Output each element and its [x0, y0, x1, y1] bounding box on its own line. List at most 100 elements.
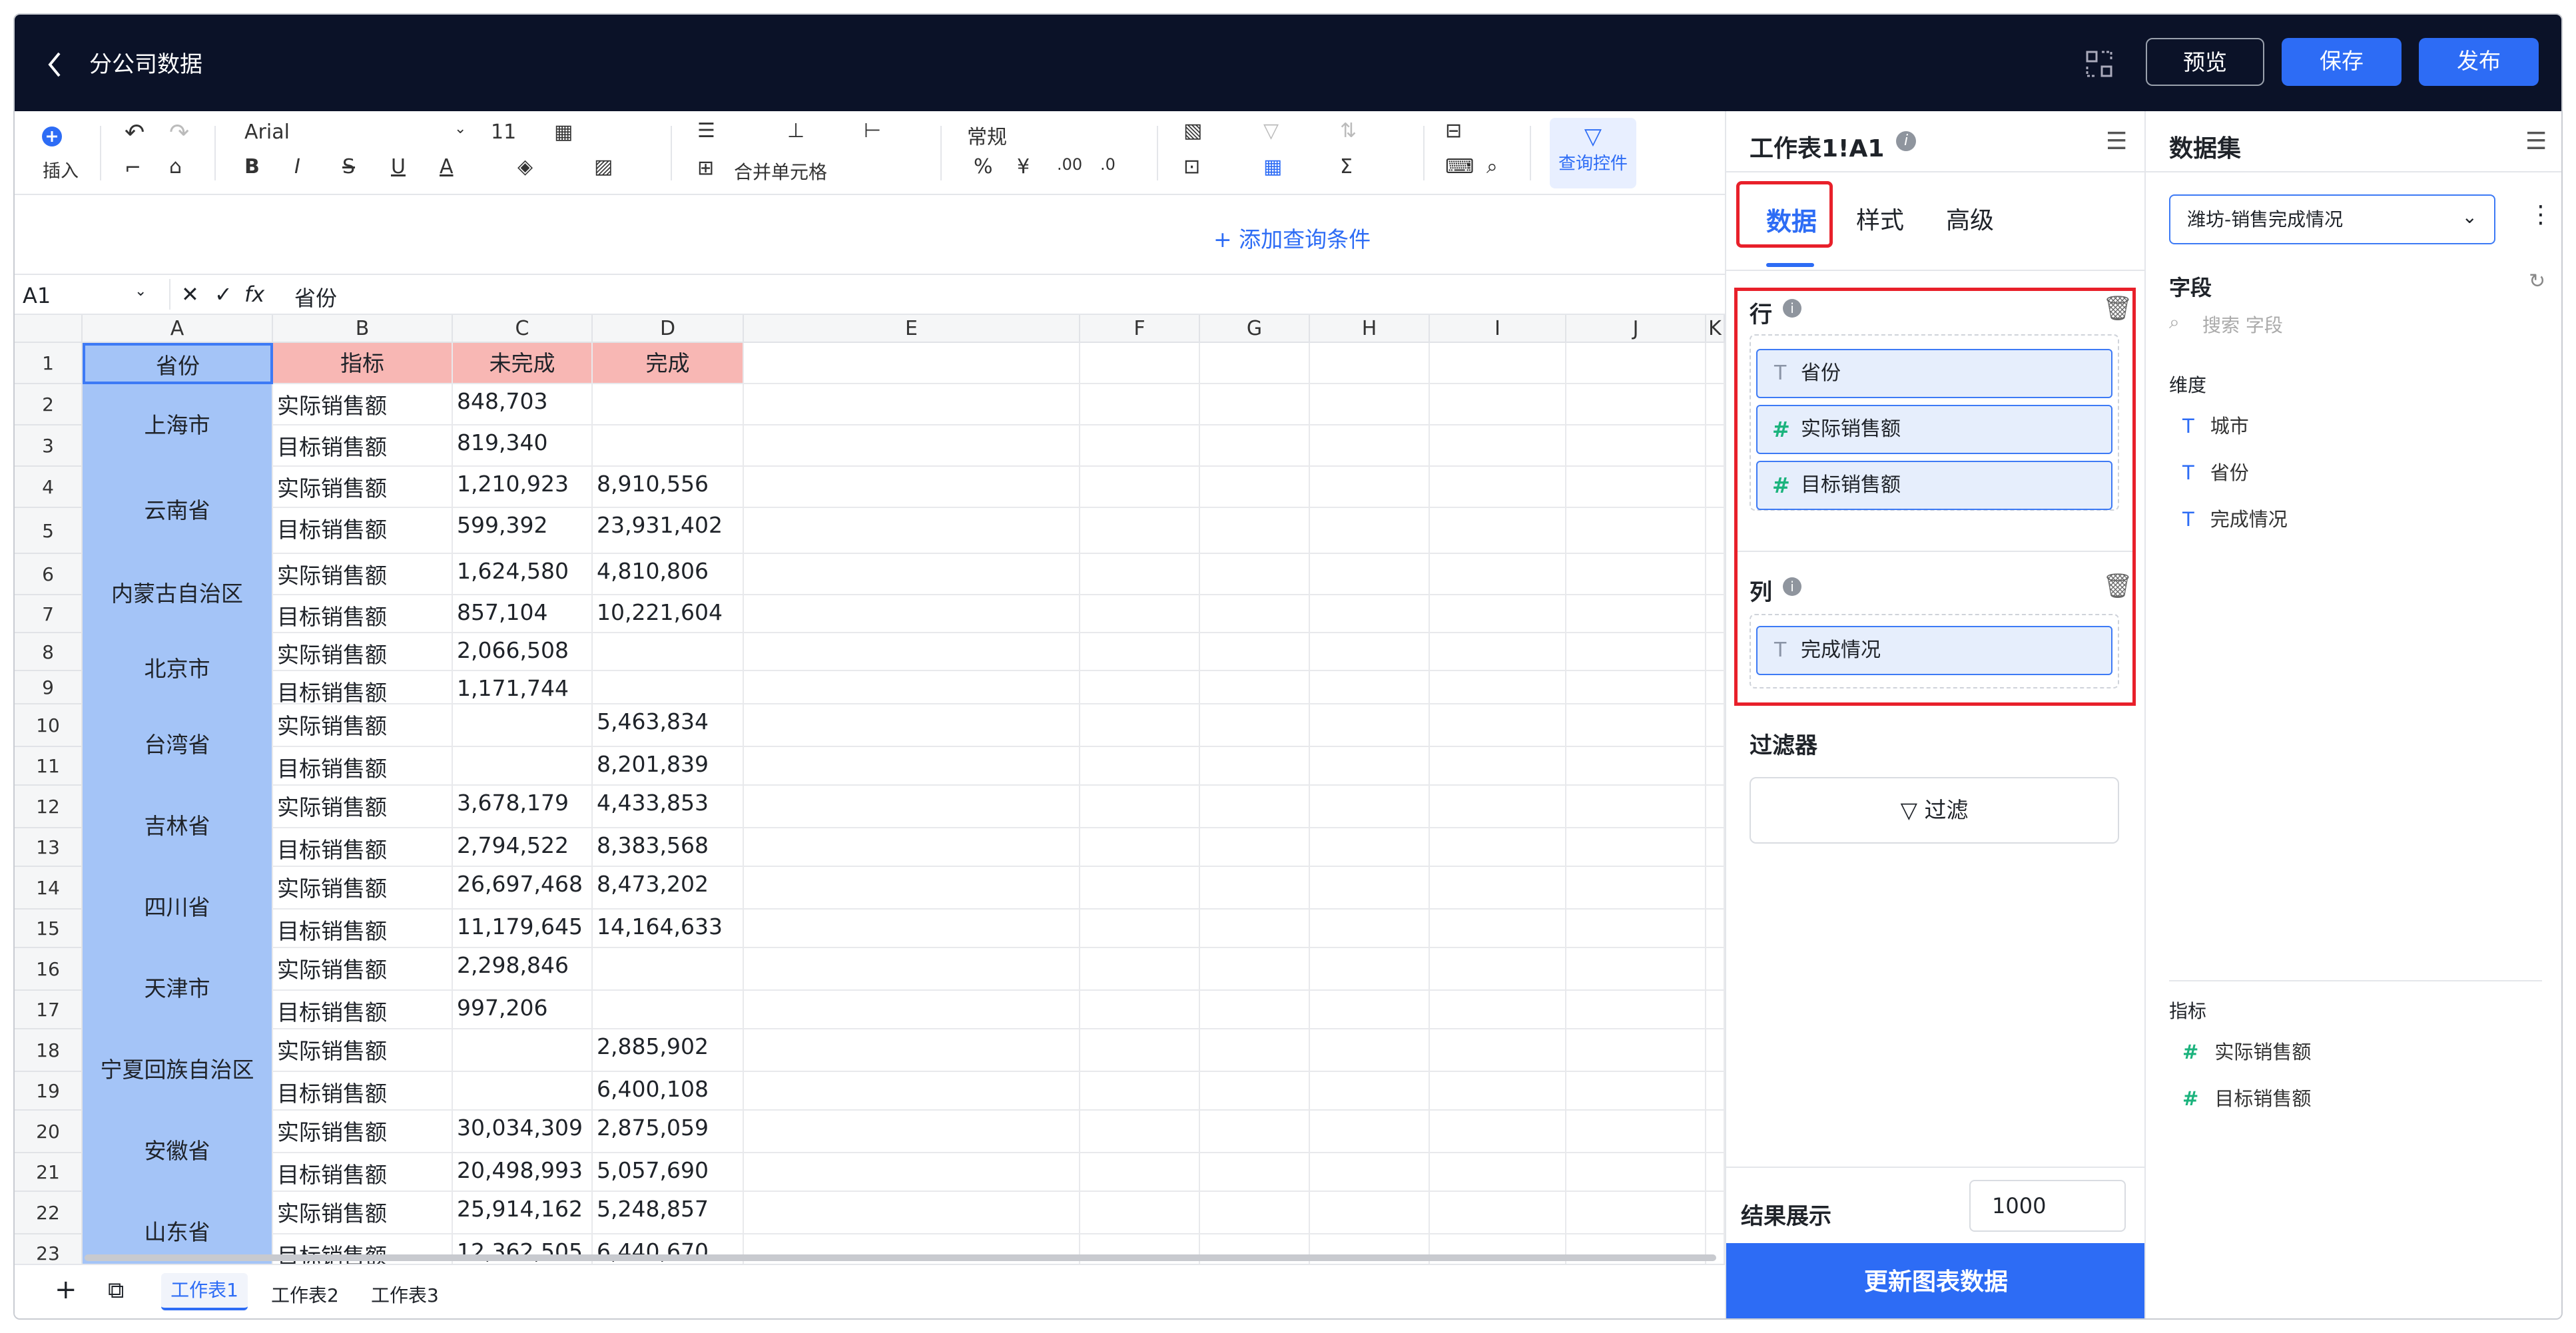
- grid-cell[interactable]: [1310, 704, 1430, 747]
- grid-cell[interactable]: [1706, 786, 1725, 828]
- grid-cell[interactable]: [1310, 1192, 1430, 1234]
- table-row-cell[interactable]: 实际销售额: [273, 554, 453, 595]
- grid-cell[interactable]: [744, 384, 1080, 425]
- grid-cell[interactable]: [1430, 343, 1566, 384]
- grid-cell[interactable]: [1566, 633, 1706, 671]
- grid-cell[interactable]: [1430, 1111, 1566, 1153]
- grid-cell[interactable]: [1566, 786, 1706, 828]
- table-row-cell[interactable]: 2,298,846: [453, 948, 593, 991]
- table-row-cell[interactable]: 实际销售额: [273, 1192, 453, 1234]
- table-row-cell[interactable]: 3,678,179: [453, 786, 593, 828]
- back-arrow-icon[interactable]: [45, 48, 65, 81]
- grid-cell[interactable]: [1200, 1153, 1310, 1192]
- table-row-cell[interactable]: [453, 704, 593, 747]
- fill-color-icon[interactable]: ◈: [517, 155, 533, 178]
- grid-cell[interactable]: [744, 343, 1080, 384]
- collapse-icon[interactable]: ☰: [2525, 128, 2547, 155]
- table-row-cell[interactable]: 目标销售额: [273, 671, 453, 704]
- decimal-increase-icon[interactable]: .00: [1057, 155, 1082, 174]
- grid-cell[interactable]: [1200, 343, 1310, 384]
- grid-cell[interactable]: [1566, 1111, 1706, 1153]
- row-header[interactable]: 13: [15, 828, 83, 867]
- row-header[interactable]: 22: [15, 1192, 83, 1234]
- table-row-cell[interactable]: 599,392: [453, 508, 593, 554]
- grid-cell[interactable]: [1310, 508, 1430, 554]
- column-header[interactable]: H: [1310, 315, 1430, 343]
- row-header[interactable]: 17: [15, 991, 83, 1029]
- table-row-cell[interactable]: 5,463,834: [593, 704, 744, 747]
- insert-plus-icon[interactable]: [40, 123, 67, 150]
- grid-cell[interactable]: [1310, 1072, 1430, 1111]
- confirm-icon[interactable]: ✓: [214, 282, 232, 307]
- grid-cell[interactable]: [1706, 828, 1725, 867]
- grid-cell[interactable]: [744, 633, 1080, 671]
- table-row-cell[interactable]: [453, 1072, 593, 1111]
- info-icon[interactable]: i: [1783, 577, 1801, 596]
- grid-cell[interactable]: [1430, 1029, 1566, 1072]
- table-row-cell[interactable]: 997,206: [453, 991, 593, 1029]
- grid-cell[interactable]: [1080, 1111, 1200, 1153]
- grid-cell[interactable]: [744, 508, 1080, 554]
- grid-cell[interactable]: [1080, 786, 1200, 828]
- table-row-cell[interactable]: 857,104: [453, 595, 593, 633]
- measure-field[interactable]: # 目标销售额: [2182, 1083, 2311, 1111]
- collapse-icon[interactable]: ☰: [2106, 128, 2127, 155]
- grid-cell[interactable]: [1080, 1029, 1200, 1072]
- dataset-select[interactable]: 潍坊-销售完成情况 ⌄: [2169, 194, 2495, 244]
- grid-cell[interactable]: [1430, 1153, 1566, 1192]
- table-header-cell[interactable]: 未完成: [453, 343, 593, 384]
- table-row-cell[interactable]: [453, 747, 593, 786]
- grid-cell[interactable]: [1200, 1072, 1310, 1111]
- table-row-cell[interactable]: 6,400,108: [593, 1072, 744, 1111]
- cell-reference[interactable]: A1: [23, 283, 51, 308]
- filter-button[interactable]: ▽ 过滤: [1750, 777, 2119, 844]
- grid-cell[interactable]: [1430, 633, 1566, 671]
- grid-cell[interactable]: [1566, 343, 1706, 384]
- table-row-cell[interactable]: 2,875,059: [593, 1111, 744, 1153]
- italic-icon[interactable]: I: [294, 155, 300, 178]
- grid-cell[interactable]: [1706, 1192, 1725, 1234]
- font-size-select[interactable]: 11: [491, 121, 516, 144]
- trash-icon[interactable]: 🗑: [2102, 294, 2133, 322]
- table-row-cell[interactable]: 8,473,202: [593, 867, 744, 910]
- result-count-input[interactable]: 1000: [1969, 1180, 2126, 1232]
- table-row-cell[interactable]: 目标销售额: [273, 747, 453, 786]
- valign-icon[interactable]: ⊥: [787, 119, 805, 142]
- grid-cell[interactable]: [1430, 910, 1566, 948]
- grid-cell[interactable]: [1200, 595, 1310, 633]
- grid-cell[interactable]: [744, 704, 1080, 747]
- province-cell[interactable]: 四川省: [83, 867, 273, 948]
- row-header[interactable]: 8: [15, 633, 83, 671]
- province-cell[interactable]: 天津市: [83, 948, 273, 1029]
- table-row-cell[interactable]: 2,794,522: [453, 828, 593, 867]
- grid-cell[interactable]: [1430, 1072, 1566, 1111]
- grid-cell[interactable]: [1080, 1072, 1200, 1111]
- table-row-cell[interactable]: 目标销售额: [273, 1153, 453, 1192]
- table-row-cell[interactable]: [593, 633, 744, 671]
- table-row-cell[interactable]: 实际销售额: [273, 633, 453, 671]
- grid-cell[interactable]: [1706, 425, 1725, 467]
- province-cell[interactable]: 宁夏回族自治区: [83, 1029, 273, 1111]
- grid-cell[interactable]: [744, 1192, 1080, 1234]
- table-row-cell[interactable]: 1,624,580: [453, 554, 593, 595]
- grid-cell[interactable]: [744, 747, 1080, 786]
- row-field-chip[interactable]: T 省份: [1756, 349, 2112, 398]
- pivot-icon[interactable]: ⊟: [1445, 119, 1462, 142]
- horizontal-scrollbar[interactable]: [85, 1254, 1716, 1261]
- table-row-cell[interactable]: 目标销售额: [273, 595, 453, 633]
- grid-cell[interactable]: [1430, 671, 1566, 704]
- grid-cell[interactable]: [1080, 747, 1200, 786]
- grid-cell[interactable]: [1080, 910, 1200, 948]
- table-row-cell[interactable]: 5,248,857: [593, 1192, 744, 1234]
- table-row-cell[interactable]: [453, 1029, 593, 1072]
- grid-cell[interactable]: [1310, 595, 1430, 633]
- grid-cell[interactable]: [1430, 595, 1566, 633]
- sheet-tab-2[interactable]: 工作表2: [271, 1281, 339, 1308]
- column-header[interactable]: J: [1566, 315, 1706, 343]
- number-format-select[interactable]: 常规: [967, 121, 1007, 150]
- table-row-cell[interactable]: 23,931,402: [593, 508, 744, 554]
- keyboard-icon[interactable]: ⌨: [1445, 155, 1474, 178]
- table-row-cell[interactable]: 实际销售额: [273, 867, 453, 910]
- grid-cell[interactable]: [1566, 1192, 1706, 1234]
- table-row-cell[interactable]: 2,885,902: [593, 1029, 744, 1072]
